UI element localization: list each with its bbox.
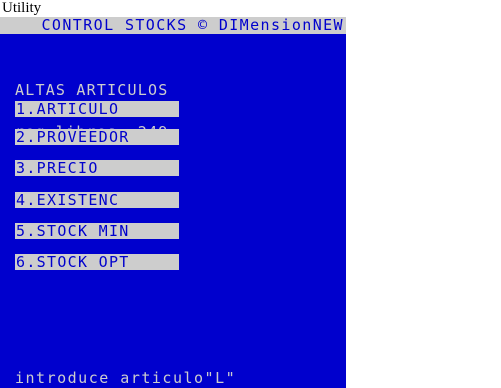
- menu-item-existenc[interactable]: 4.EXISTENC: [15, 192, 179, 208]
- menu-item-proveedor[interactable]: 2.PROVEEDOR: [15, 129, 179, 145]
- menu-item-articulo[interactable]: 1.ARTICULO: [15, 101, 179, 117]
- program-title-bar: CONTROL STOCKS © DIMensionNEW: [0, 17, 346, 34]
- menu-item-stock-min[interactable]: 5.STOCK MIN: [15, 223, 179, 239]
- menu-item-precio[interactable]: 3.PRECIO: [15, 160, 179, 176]
- input-prompt[interactable]: introduce articulo"L": [15, 370, 236, 386]
- caption: Utility: [2, 0, 42, 16]
- heading-title: ALTAS ARTICULOS: [15, 81, 169, 99]
- emulator-screen: CONTROL STOCKS © DIMensionNEW ALTAS ARTI…: [0, 17, 346, 388]
- menu-item-stock-opt[interactable]: 6.STOCK OPT: [15, 254, 179, 270]
